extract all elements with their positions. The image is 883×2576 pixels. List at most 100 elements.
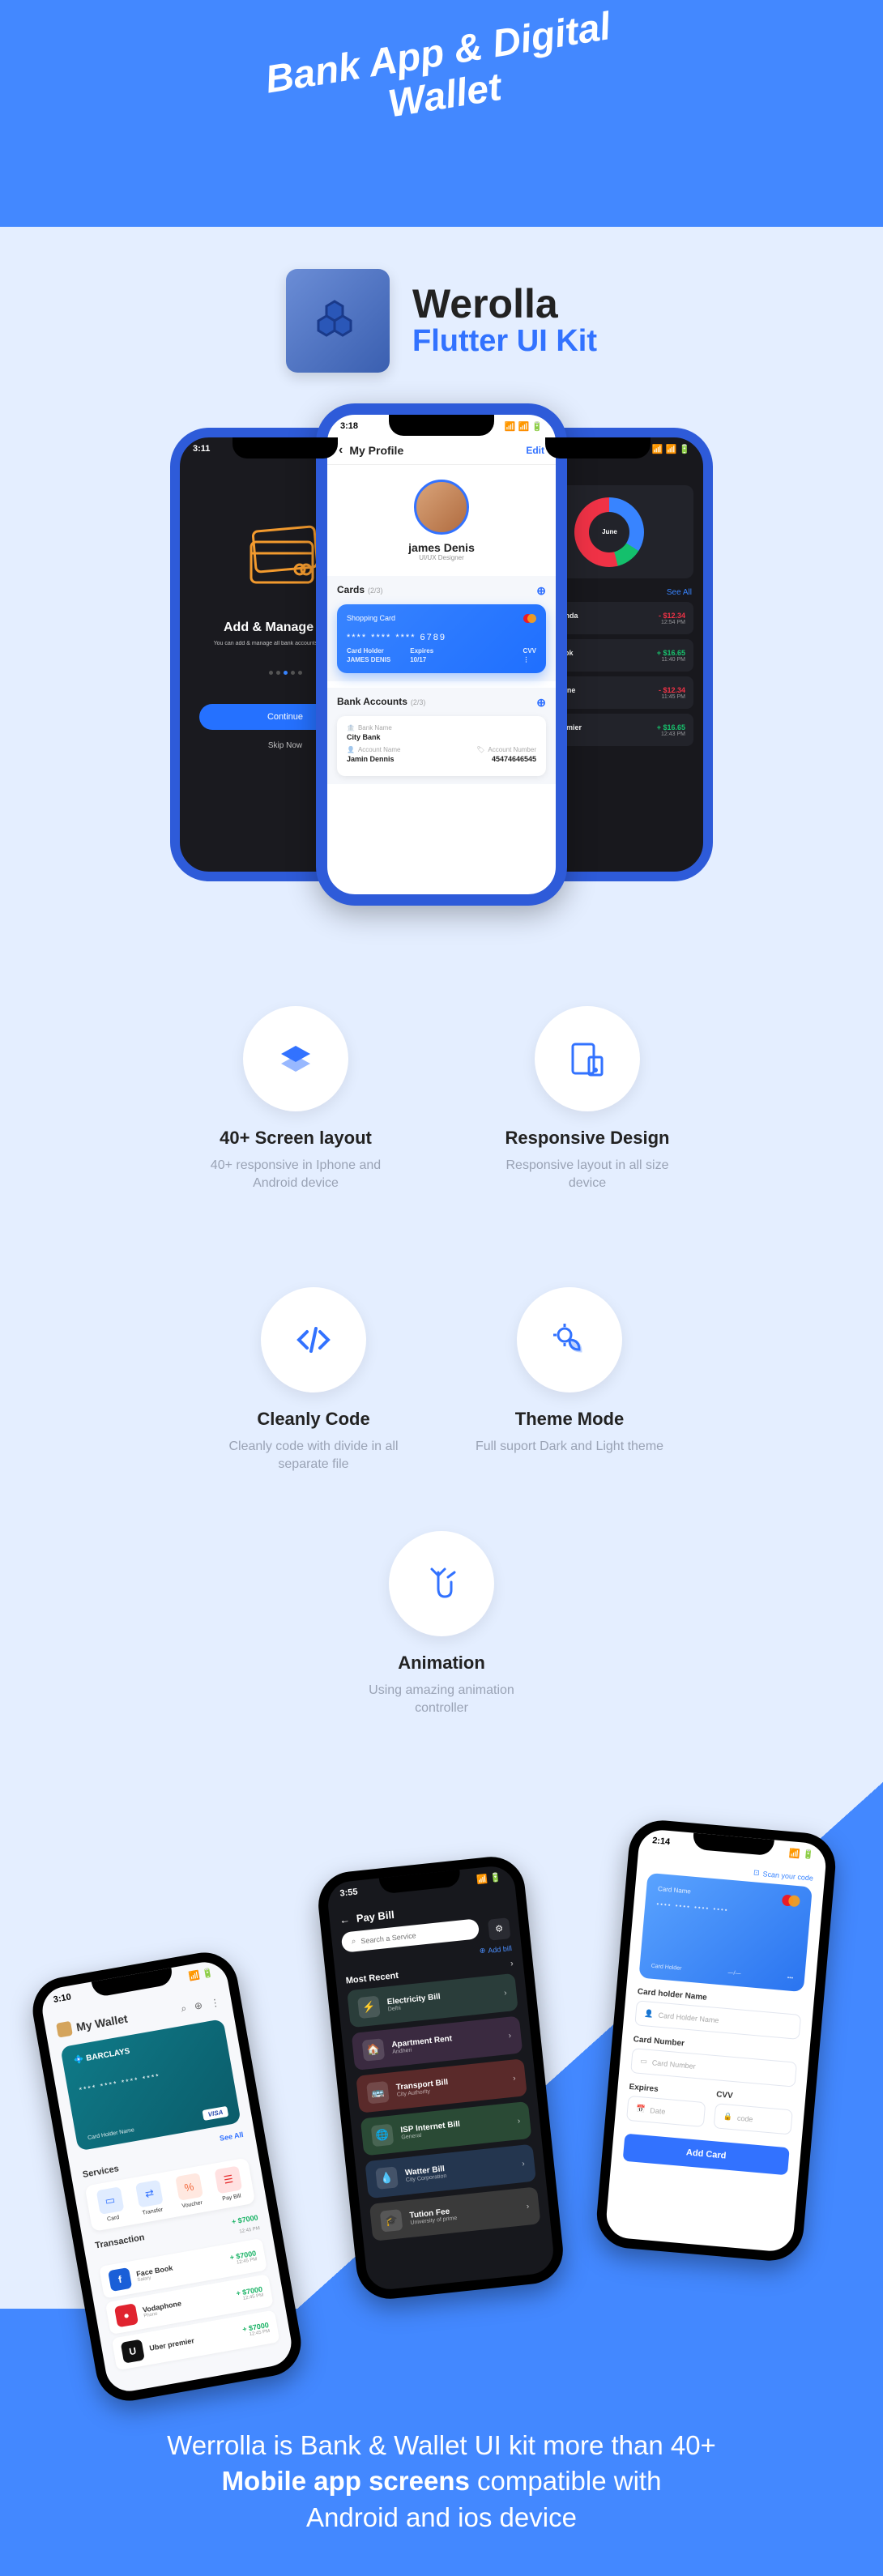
pay-bill-title: Pay Bill bbox=[356, 1909, 395, 1925]
brand-row: Werolla Flutter UI Kit bbox=[0, 227, 883, 394]
back-icon[interactable]: ← bbox=[339, 1913, 350, 1926]
feature-desc: Cleanly code with divide in all separate… bbox=[216, 1438, 411, 1474]
card-details: Card HolderJAMES DENIS Expires10/17 CVV⋮ bbox=[347, 646, 536, 663]
pay-bill-content: ← Pay Bill ⌕ ⚙ ⊕ Add bill Most Recent › … bbox=[328, 1883, 552, 2253]
see-all-link[interactable]: See All bbox=[667, 588, 692, 597]
notch bbox=[389, 415, 494, 436]
visa-icon: VISA bbox=[203, 2106, 228, 2121]
amount: - $12.34 bbox=[659, 612, 685, 620]
add-card-content: ⊡Scan your code Card Name •••• •••• ••••… bbox=[611, 1847, 826, 2183]
add-card-button[interactable]: Add Card bbox=[623, 2134, 790, 2176]
cards-section: Cards(2/3) ⊕ Shopping Card **** **** ***… bbox=[327, 576, 556, 681]
card-number: **** **** **** 6789 bbox=[347, 633, 536, 642]
bank-section: Bank Accounts(2/3) ⊕ 🏦 Bank Name City Ba… bbox=[327, 688, 556, 784]
brand-text: Werolla Flutter UI Kit bbox=[412, 283, 597, 359]
features-row-2: Cleanly Code Cleanly code with divide in… bbox=[0, 1258, 883, 1783]
notch bbox=[545, 437, 651, 458]
status-time: 3:18 bbox=[340, 421, 358, 432]
feature-desc: Using amazing animation controller bbox=[344, 1682, 539, 1718]
card-label: Shopping Card bbox=[347, 614, 395, 623]
add-card-button[interactable]: ⊕ bbox=[536, 584, 546, 598]
bill-icon: ⚡ bbox=[357, 1996, 381, 2019]
theme-icon bbox=[517, 1287, 622, 1392]
service-item[interactable]: ☰Pay Bill bbox=[207, 2164, 251, 2204]
service-item[interactable]: %Voucher bbox=[168, 2172, 211, 2211]
service-icon: ☰ bbox=[215, 2166, 243, 2194]
add-bank-button[interactable]: ⊕ bbox=[536, 696, 546, 710]
bill-icon: 🏠 bbox=[362, 2039, 386, 2062]
card-brand: 💠 BARCLAYS bbox=[74, 2032, 215, 2066]
service-icon: ⇄ bbox=[135, 2180, 164, 2208]
wallet-title: My Wallet bbox=[75, 2012, 129, 2034]
brand-tagline: Flutter UI Kit bbox=[412, 325, 597, 359]
feature-item: Responsive Design Responsive layout in a… bbox=[490, 1006, 685, 1193]
status-icons: 📶 📶 🔋 bbox=[652, 444, 690, 454]
chevron-right-icon: › bbox=[508, 2031, 511, 2040]
chevron-right-icon: › bbox=[522, 2160, 525, 2169]
phone-profile: 3:18 📶 📶 🔋 ‹ My Profile Edit james Denis… bbox=[316, 403, 567, 906]
most-recent-title: Most Recent bbox=[345, 1971, 399, 1986]
search-input[interactable] bbox=[360, 1926, 470, 1945]
hero-title: Bank App & Digital Wallet bbox=[0, 0, 883, 186]
expires-input[interactable]: 📅 Date bbox=[626, 2096, 706, 2127]
filter-button[interactable]: ⚙ bbox=[488, 1917, 511, 1941]
merchant-icon: ● bbox=[114, 2304, 139, 2328]
bank-account-card[interactable]: 🏦 Bank Name City Bank 👤 Account Name Jam… bbox=[337, 716, 546, 776]
barclays-card[interactable]: 💠 BARCLAYS **** **** **** **** Card Hold… bbox=[60, 2019, 241, 2151]
features-row-1: 40+ Screen layout 40+ responsive in Ipho… bbox=[0, 977, 883, 1258]
status-time: 2:14 bbox=[652, 1836, 671, 1849]
service-item[interactable]: ▭Card bbox=[89, 2186, 133, 2225]
bottom-section: 3:10 📶 🔋 My Wallet ⌕ ⊕ ⋮ 💠 BARCLAYS ****… bbox=[0, 1782, 883, 2576]
merchant-icon: U bbox=[121, 2339, 145, 2364]
cvv-input[interactable]: 🔒 code bbox=[714, 2104, 793, 2135]
cards-title: Cards(2/3) bbox=[337, 584, 383, 598]
notch bbox=[232, 437, 338, 458]
card-number: **** **** **** **** bbox=[79, 2062, 220, 2094]
brand-name: Werolla bbox=[412, 283, 597, 326]
feature-item: 40+ Screen layout 40+ responsive in Ipho… bbox=[198, 1006, 393, 1193]
edit-button[interactable]: Edit bbox=[526, 445, 544, 456]
feature-item: Cleanly Code Cleanly code with divide in… bbox=[216, 1287, 411, 1474]
chevron-right-icon[interactable]: › bbox=[510, 1959, 514, 1968]
transaction-title: Transaction bbox=[94, 2233, 147, 2260]
feature-desc: Full suport Dark and Light theme bbox=[472, 1438, 667, 1456]
card-preview: Card Name •••• •••• •••• •••• Card Holde… bbox=[638, 1873, 813, 1992]
service-icon: % bbox=[175, 2173, 203, 2201]
header-tools: ⌕ ⊕ ⋮ bbox=[180, 1996, 221, 2015]
chevron-right-icon: › bbox=[513, 2074, 516, 2083]
profile-role: UI/UX Designer bbox=[327, 554, 556, 561]
status-time: 3:55 bbox=[339, 1887, 358, 1900]
more-icon[interactable]: ⋮ bbox=[209, 1996, 220, 2010]
globe-icon[interactable]: ⊕ bbox=[194, 1999, 204, 2013]
amount: + $16.65 bbox=[657, 649, 685, 657]
feature-title: Animation bbox=[344, 1653, 539, 1674]
search-icon: ⌕ bbox=[351, 1937, 356, 1947]
header-title: My Profile bbox=[349, 444, 403, 457]
bank-title: Bank Accounts(2/3) bbox=[337, 696, 425, 710]
code-icon bbox=[261, 1287, 366, 1392]
search-icon[interactable]: ⌕ bbox=[180, 2002, 187, 2015]
card-holder: Card Holder Name bbox=[87, 2128, 135, 2142]
service-item[interactable]: ⇄Transfer bbox=[129, 2178, 173, 2218]
feature-item: Theme Mode Full suport Dark and Light th… bbox=[472, 1287, 667, 1474]
credit-card[interactable]: Shopping Card **** **** **** 6789 Card H… bbox=[337, 604, 546, 673]
profile-name: james Denis bbox=[327, 541, 556, 554]
back-icon[interactable]: ‹ bbox=[339, 443, 343, 458]
feature-title: Responsive Design bbox=[490, 1128, 685, 1149]
feature-title: Cleanly Code bbox=[216, 1409, 411, 1430]
footer-text: Werrolla is Bank & Wallet UI kit more th… bbox=[0, 2428, 883, 2536]
layers-icon bbox=[243, 1006, 348, 1111]
status-time: 3:11 bbox=[193, 444, 210, 454]
bill-icon: 🌐 bbox=[371, 2124, 395, 2147]
feature-desc: 40+ responsive in Iphone and Android dev… bbox=[198, 1157, 393, 1193]
donut-chart: June bbox=[574, 497, 644, 567]
devices-icon bbox=[535, 1006, 640, 1111]
phones-showcase: 3:11 📶 📶 🔋 Add & Manage Card You can add… bbox=[0, 394, 883, 977]
bill-icon: 🚌 bbox=[366, 2081, 390, 2105]
avatar[interactable] bbox=[414, 480, 469, 535]
wallet-transaction-list: f Face BookSalary + $700012:45 PM● Vodap… bbox=[99, 2238, 279, 2370]
feature-item: Animation Using amazing animation contro… bbox=[344, 1531, 539, 1718]
profile-info: james Denis UI/UX Designer bbox=[327, 465, 556, 569]
donut-label: June bbox=[602, 528, 617, 535]
chevron-right-icon: › bbox=[517, 2117, 520, 2126]
